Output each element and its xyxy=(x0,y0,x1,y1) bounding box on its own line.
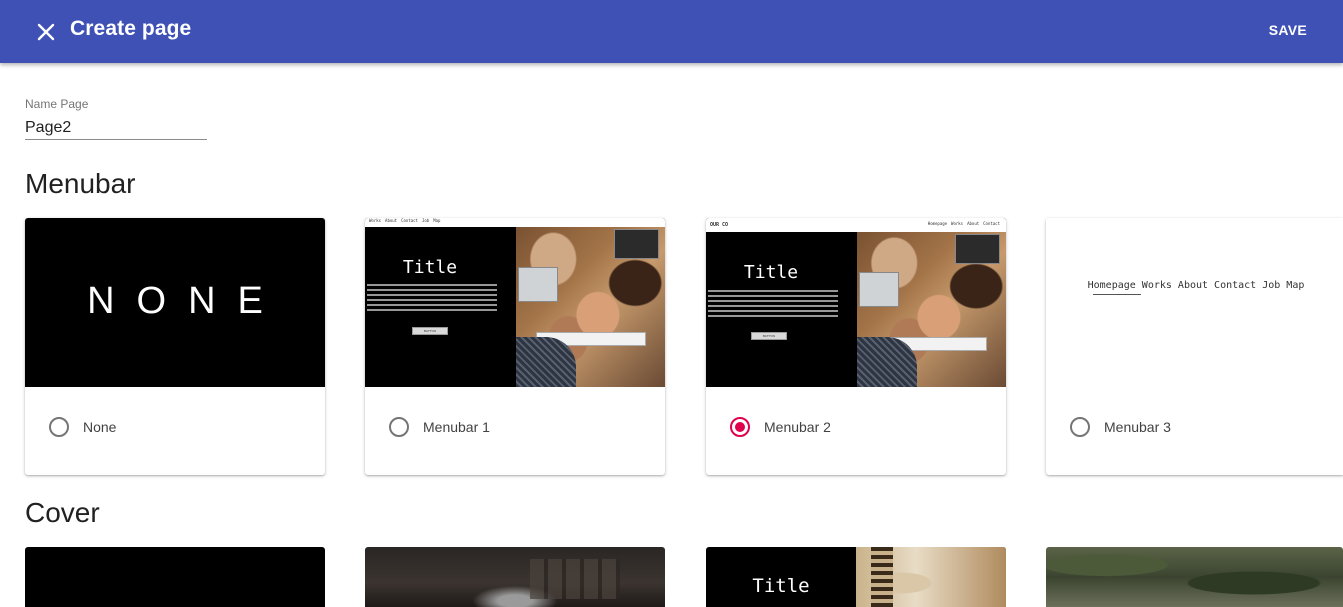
section-title-cover: Cover xyxy=(25,497,100,528)
preview-nav-item: About xyxy=(967,221,980,226)
preview-nav-item: Works xyxy=(369,218,382,223)
preview-menubar-3: Homepage Works About Contact Job Map xyxy=(1046,218,1343,387)
laptop-shape xyxy=(859,272,899,307)
radio-button-menubar-3[interactable] xyxy=(1070,417,1090,437)
radio-button-menubar-1[interactable] xyxy=(389,417,409,437)
option-label-menubar-2: Menubar 2 xyxy=(764,419,831,435)
menubar-option-2[interactable]: OUR CO Homepage Works About Contact Title B… xyxy=(706,218,1006,475)
phone-shape xyxy=(614,229,659,259)
preview-nav-item: Contact xyxy=(983,221,1000,226)
preview-text-lines xyxy=(367,284,497,314)
close-icon[interactable] xyxy=(32,18,60,46)
option-row: Menubar 1 xyxy=(365,387,665,475)
cover-option-1[interactable] xyxy=(365,547,665,607)
option-label-menubar-1: Menubar 1 xyxy=(423,419,490,435)
preview-logo: OUR CO xyxy=(710,222,729,228)
name-page-field: Name Page xyxy=(25,97,207,140)
option-row: Menubar 2 xyxy=(706,387,1006,475)
preview-title: Title xyxy=(743,262,799,283)
option-row: Menubar 3 xyxy=(1046,387,1343,475)
save-button[interactable]: SAVE xyxy=(1269,22,1307,38)
preview-photo xyxy=(516,227,665,387)
preview-nav-item: Works xyxy=(951,221,964,226)
name-page-label: Name Page xyxy=(25,97,89,111)
preview-none: NONE xyxy=(25,218,325,387)
cover-option-3[interactable] xyxy=(1046,547,1343,607)
necklace-shape xyxy=(871,547,893,607)
preview-text-lines xyxy=(708,290,838,320)
preview-hero-left: Title BUTTON xyxy=(365,227,516,387)
radio-button-menubar-2[interactable] xyxy=(730,417,750,437)
preview-title: Title xyxy=(402,257,458,278)
radio-button-none[interactable] xyxy=(49,417,69,437)
preview-none-text: NONE xyxy=(87,280,285,322)
preview-nav-item: About xyxy=(385,218,398,223)
name-page-input[interactable] xyxy=(25,116,207,140)
menubar-option-3[interactable]: Homepage Works About Contact Job Map Men… xyxy=(1046,218,1343,475)
preview-nav: OUR CO Homepage Works About Contact xyxy=(706,218,1006,232)
preview-button: BUTTON xyxy=(412,327,448,335)
option-label-menubar-3: Menubar 3 xyxy=(1104,419,1171,435)
preview-active-underline xyxy=(1093,294,1141,295)
preview-photo xyxy=(857,232,1006,387)
cover-preview-title: Title xyxy=(752,575,810,597)
preview-menubar-2: OUR CO Homepage Works About Contact Title B… xyxy=(706,218,1006,387)
option-label-none: None xyxy=(83,419,117,435)
phone-shape xyxy=(955,234,1000,264)
menubar-option-none[interactable]: NONE None xyxy=(25,218,325,475)
option-row: None xyxy=(25,387,325,475)
preview-menubar-1: Works About Contact Job Map Title BUTTON xyxy=(365,218,665,387)
preview-nav: Works About Contact Job Map xyxy=(365,218,665,227)
laptop-shape xyxy=(518,267,558,302)
preview-nav-item: Map xyxy=(433,218,441,223)
cover-option-none[interactable] xyxy=(25,547,325,607)
preview-nav-links: Homepage Works About Contact Job Map xyxy=(1087,280,1305,291)
shelf-shape xyxy=(530,559,620,599)
top-app-bar: Create page SAVE xyxy=(0,0,1343,63)
preview-nav-item: Homepage xyxy=(927,221,948,226)
preview-button: BUTTON xyxy=(751,332,787,340)
page-title: Create page xyxy=(70,17,192,40)
section-title-menubar: Menubar xyxy=(25,168,136,199)
preview-nav-item: Job xyxy=(421,218,430,223)
menubar-option-1[interactable]: Works About Contact Job Map Title BUTTON Men… xyxy=(365,218,665,475)
preview-nav-item: Contact xyxy=(401,218,418,223)
cover-photo xyxy=(856,547,1006,607)
cover-option-2[interactable]: Title xyxy=(706,547,1006,607)
preview-hero-left: Title BUTTON xyxy=(706,232,857,387)
